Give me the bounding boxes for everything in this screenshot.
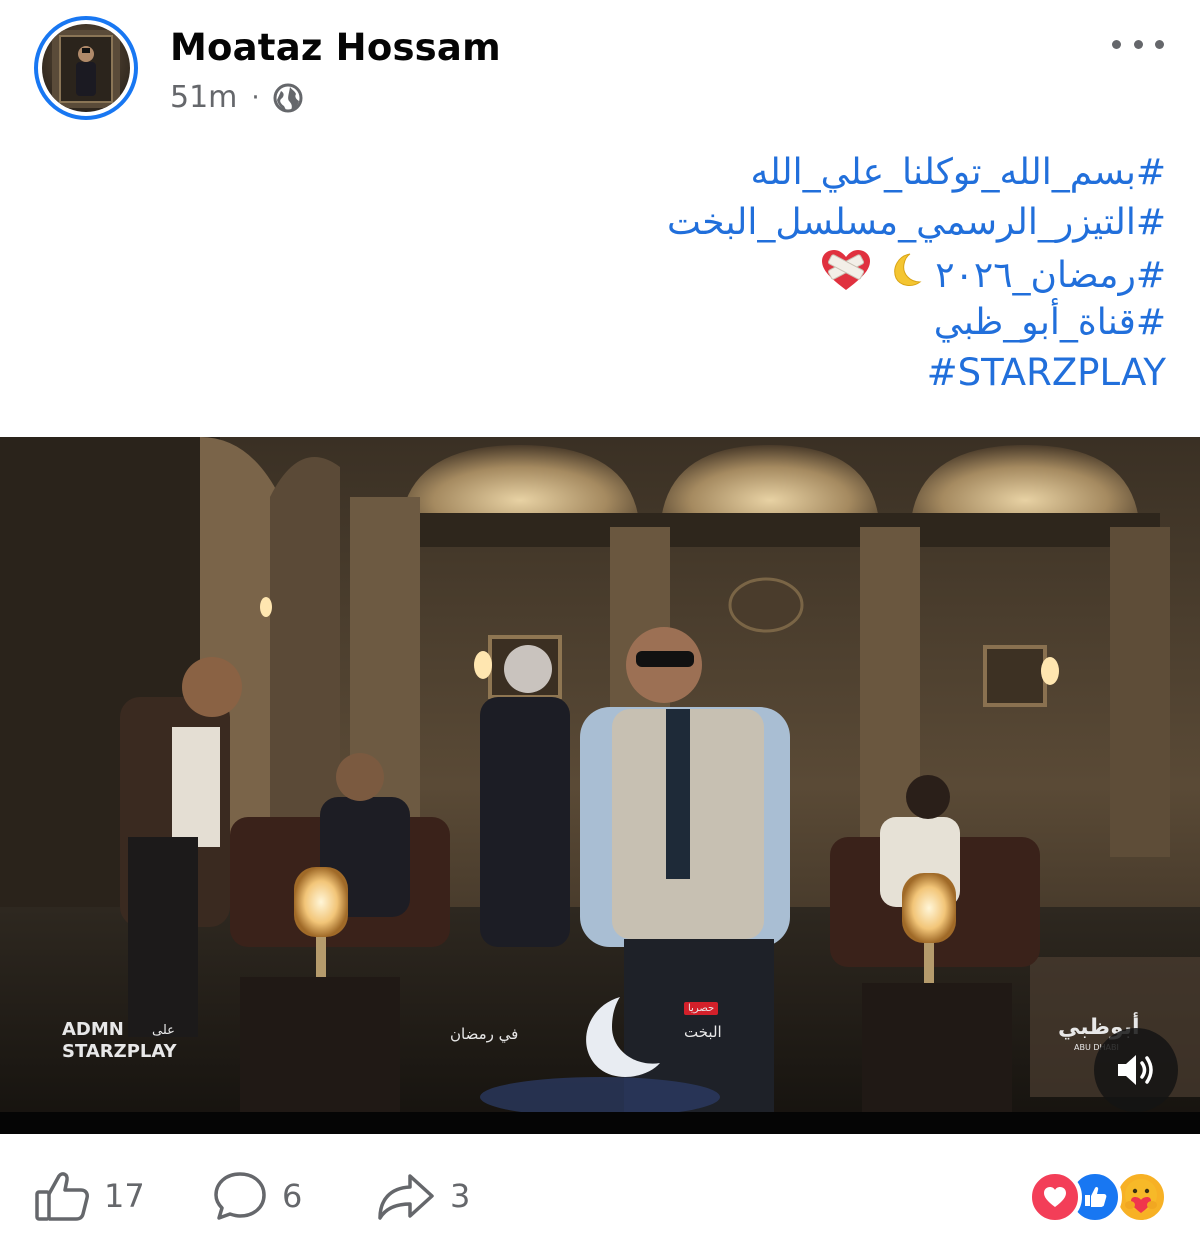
post-text: #بسم_الله_توكلنا_علي_الله #التيزر_الرسمي… bbox=[66, 148, 1166, 398]
starzplay-logo: STARZPLAY bbox=[62, 1041, 177, 1062]
reactions-summary[interactable] bbox=[1028, 1170, 1168, 1226]
post-actions: 17 6 3 bbox=[0, 1134, 1200, 1244]
hashtag-link[interactable]: #STARZPLAY bbox=[66, 348, 1166, 398]
admn-logo: ADMN bbox=[62, 1019, 124, 1040]
series-title: البخت bbox=[684, 1023, 722, 1041]
hashtag-link[interactable]: #قناة_أبو_ظبي bbox=[66, 298, 1166, 348]
share-count: 3 bbox=[450, 1177, 471, 1215]
avatar-photo bbox=[42, 24, 130, 112]
like-count: 17 bbox=[104, 1177, 145, 1215]
hashtag-link[interactable]: #رمضان_٢٠٢٦ bbox=[935, 255, 1166, 296]
mending-heart-icon bbox=[820, 248, 872, 306]
on-label: على bbox=[152, 1023, 175, 1038]
speaker-icon bbox=[1118, 1055, 1153, 1085]
care-reaction-icon bbox=[1114, 1170, 1168, 1224]
hashtag-link[interactable]: #بسم_الله_توكلنا_علي_الله bbox=[66, 148, 1166, 198]
timestamp[interactable]: 51m bbox=[170, 80, 237, 115]
post-header: Moataz Hossam 51m · bbox=[0, 0, 1200, 140]
avatar[interactable] bbox=[34, 16, 138, 120]
more-options-icon[interactable] bbox=[1112, 32, 1164, 56]
love-reaction-icon bbox=[1028, 1170, 1082, 1224]
crescent-moon-icon bbox=[884, 250, 924, 304]
sound-toggle-button[interactable] bbox=[1094, 1028, 1178, 1112]
hashtag-link[interactable]: #التيزر_الرسمي_مسلسل_البخت bbox=[66, 198, 1166, 248]
comment-button[interactable]: 6 bbox=[212, 1170, 302, 1222]
hashtag-line-ramadan: #رمضان_٢٠٢٦ bbox=[66, 248, 1166, 298]
video-frame bbox=[0, 437, 1200, 1134]
like-button[interactable]: 17 bbox=[34, 1170, 145, 1222]
comment-icon bbox=[214, 1172, 266, 1220]
post-meta: 51m · bbox=[170, 80, 304, 115]
meta-separator: · bbox=[251, 82, 260, 113]
share-button[interactable]: 3 bbox=[376, 1170, 470, 1222]
video-player[interactable]: ADMN على STARZPLAY في رمضان حصريا البخت … bbox=[0, 437, 1200, 1134]
thumbs-up-icon bbox=[35, 1172, 89, 1221]
in-ramadan-label: في رمضان bbox=[450, 1025, 519, 1043]
author-name[interactable]: Moataz Hossam bbox=[170, 26, 501, 69]
globe-icon[interactable] bbox=[272, 82, 304, 114]
comment-count: 6 bbox=[282, 1177, 303, 1215]
exclusive-badge: حصريا bbox=[684, 1002, 719, 1015]
share-icon bbox=[378, 1174, 434, 1220]
